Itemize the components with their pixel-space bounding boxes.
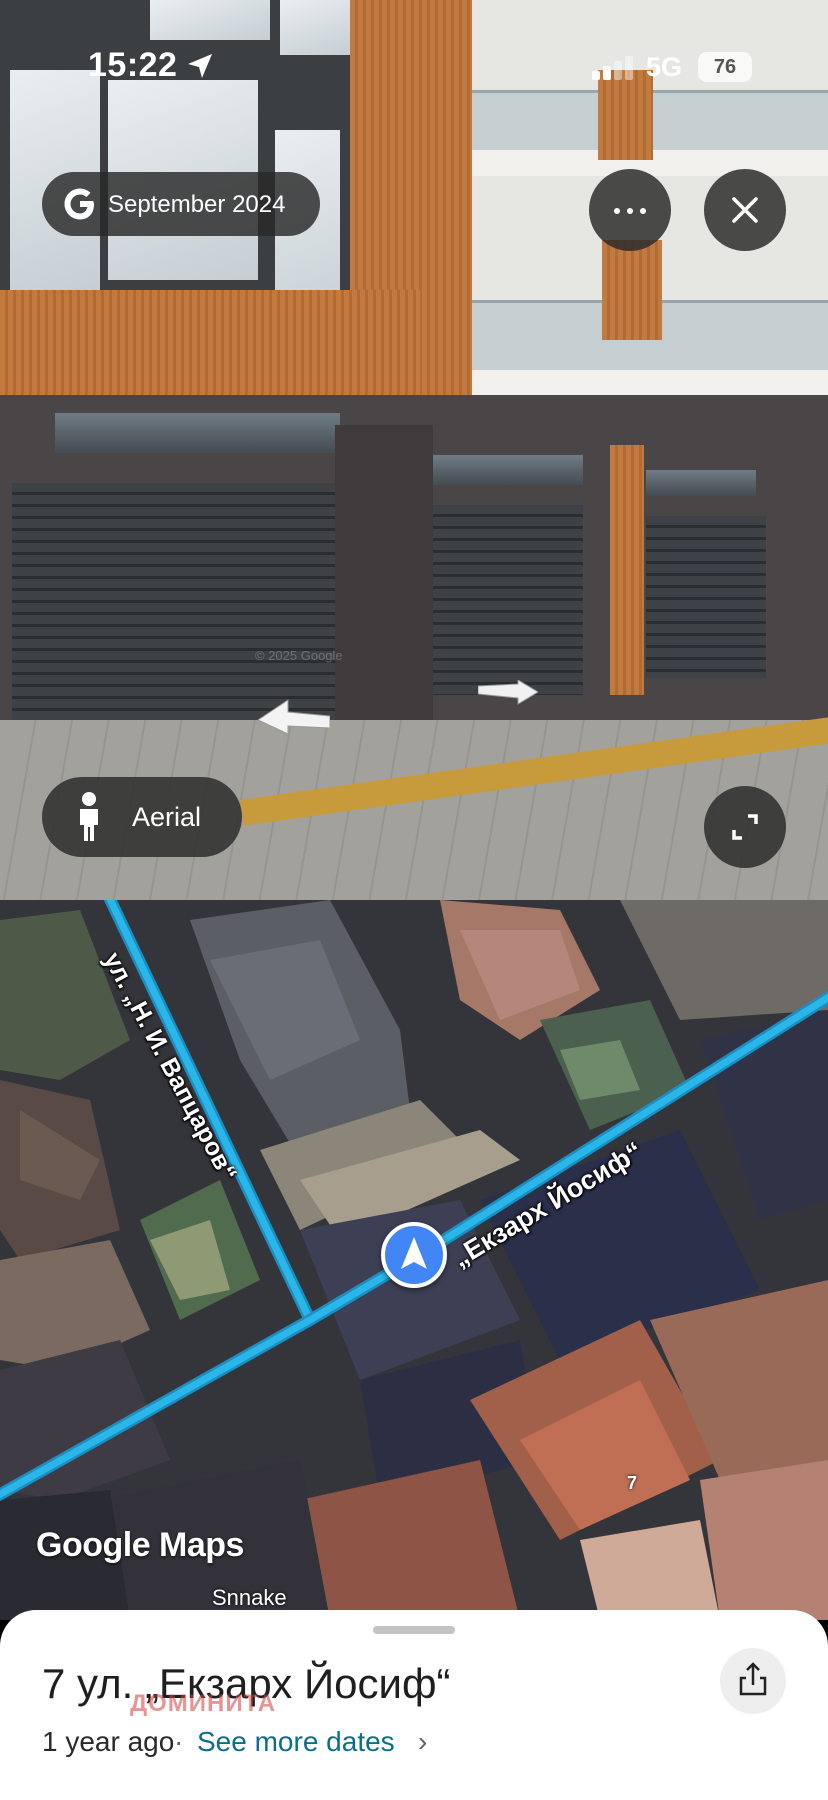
chevron-right-icon[interactable]: › [418, 1726, 427, 1758]
house-number-label: 7 [627, 1473, 638, 1493]
share-icon [739, 1662, 767, 1696]
google-g-icon [64, 188, 94, 220]
status-bar: 15:22 5G 76 [0, 0, 828, 140]
close-button[interactable] [704, 169, 786, 251]
pegman-icon [80, 792, 98, 841]
imagery-age: 1 year ago [42, 1726, 175, 1757]
garage-shutter [646, 516, 766, 678]
balcony-slab [470, 370, 828, 396]
expand-button[interactable] [704, 786, 786, 868]
more-horizontal-icon [614, 208, 646, 214]
google-maps-logo: Google Maps [36, 1526, 244, 1564]
place-bottom-sheet[interactable]: 7 ул. „Екзарх Йосиф“ ДОМИНИТА 1 year ago… [0, 1610, 828, 1800]
network-type: 5G [646, 52, 683, 82]
window-transom [55, 413, 340, 453]
more-options-button[interactable] [589, 169, 671, 251]
wood-cladding [602, 240, 662, 340]
garage-shutter [433, 505, 583, 695]
close-icon [732, 197, 758, 223]
sheet-drag-handle[interactable] [373, 1626, 455, 1634]
imagery-date: September 2024 [108, 191, 286, 218]
see-more-dates-link[interactable]: See more dates [197, 1726, 395, 1758]
share-button[interactable] [720, 1648, 786, 1714]
signal-icon [592, 56, 642, 80]
window-transom [433, 455, 583, 485]
expand-icon [732, 814, 758, 840]
status-time: 15:22 [88, 46, 178, 84]
nav-arrow-left[interactable] [258, 698, 330, 734]
battery-indicator: 76 [698, 52, 752, 82]
imagery-date-chip[interactable]: September 2024 [42, 172, 320, 236]
nav-arrow-right[interactable] [478, 680, 538, 708]
location-arrow-icon [188, 54, 212, 78]
watermark-text: ДОМИНИТА [130, 1690, 277, 1717]
copyright-watermark: © 2025 Google [255, 648, 343, 663]
orange-column [610, 445, 644, 695]
pillar [335, 425, 433, 750]
poi-label: Snnake [212, 1585, 287, 1610]
window-transom [646, 470, 756, 496]
aerial-view-button[interactable]: Aerial [42, 777, 242, 857]
navigation-arrow-icon[interactable] [381, 1222, 447, 1288]
separator-dot: · [174, 1726, 184, 1757]
aerial-label: Aerial [132, 802, 202, 832]
